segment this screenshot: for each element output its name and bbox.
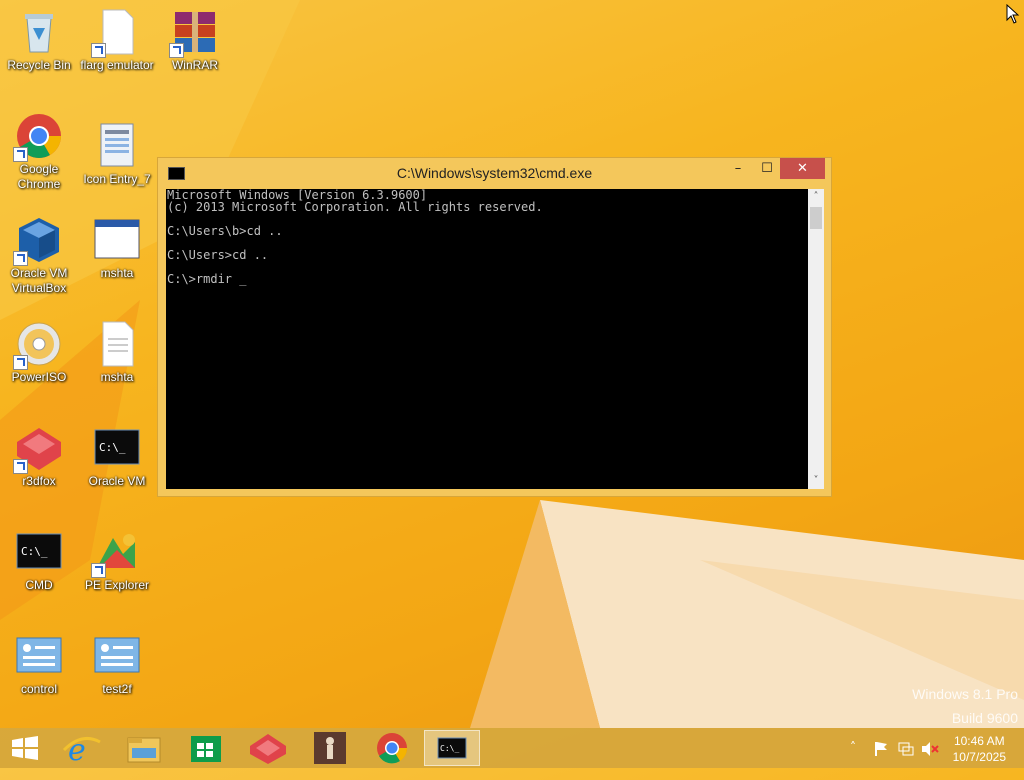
desktop-icon-recycle-bin[interactable]: Recycle Bin <box>0 8 78 73</box>
vertical-scrollbar[interactable]: ˄ ˅ <box>808 189 824 489</box>
shortcut-arrow-icon <box>13 355 28 370</box>
clock-time: 10:46 AM <box>953 734 1005 748</box>
desktop-icon-mshta-doc[interactable]: mshta <box>78 320 156 385</box>
title-bar[interactable]: C:\Windows\system32\cmd.exe – ☐ ✕ <box>158 158 831 189</box>
cmd-icon: C:\_ <box>15 528 63 576</box>
control-panel-icon <box>93 632 141 680</box>
desktop-icon-label: Icon Entry_7 <box>83 172 151 186</box>
desktop-icon-winrar[interactable]: WinRAR <box>156 8 234 73</box>
svg-text:C:\_: C:\_ <box>440 744 459 753</box>
desktop-icon-label: mshta <box>100 266 134 280</box>
desktop-icon-label: test2f <box>102 682 132 696</box>
desktop-icon-control[interactable]: control <box>0 632 78 697</box>
windows-logo-icon <box>12 736 38 760</box>
store-icon <box>191 736 221 762</box>
desktop-icon-label: Google Chrome <box>17 162 61 191</box>
taskbar-file-explorer[interactable] <box>116 730 172 766</box>
desktop-icon-label: WinRAR <box>171 58 218 72</box>
svg-text:C:\_: C:\_ <box>21 545 48 558</box>
desktop-icon-icon-entry-7[interactable]: Icon Entry_7 <box>78 122 156 187</box>
desktop-icon-google-chrome[interactable]: Google Chrome <box>0 112 78 192</box>
pe-explorer-icon <box>91 528 141 578</box>
desktop-icon-flarg-emulator[interactable]: flarg emulator <box>78 8 156 73</box>
desktop-icon-label: CMD <box>25 578 53 592</box>
console-text[interactable]: Microsoft Windows [Version 6.3.9600] (c)… <box>166 189 808 285</box>
figure-icon <box>314 732 346 764</box>
desktop-icon-mshta-window[interactable]: mshta <box>78 216 156 281</box>
desktop-icon-label: mshta <box>100 370 134 384</box>
watermark-edition: Windows 8.1 Pro <box>912 686 1018 702</box>
shortcut-arrow-icon <box>169 43 184 58</box>
network-icon[interactable] <box>897 740 915 758</box>
close-button[interactable]: ✕ <box>780 158 825 179</box>
shortcut-arrow-icon <box>91 43 106 58</box>
desktop-icon-label: Oracle VM VirtualBox <box>10 266 68 295</box>
shortcut-arrow-icon <box>13 459 28 474</box>
chrome-icon <box>13 112 63 162</box>
svg-text:C:\_: C:\_ <box>99 441 126 454</box>
taskbar-r3dfox[interactable] <box>240 730 296 766</box>
r3dfox-icon <box>250 734 286 764</box>
shortcut-arrow-icon <box>13 251 28 266</box>
taskbar-internet-explorer[interactable]: e <box>54 730 110 768</box>
desktop-icon-oracle-vm-virtualbox[interactable]: Oracle VM VirtualBox <box>0 216 78 296</box>
cmd-window[interactable]: C:\Windows\system32\cmd.exe – ☐ ✕ Micros… <box>157 157 832 497</box>
desktop-icon-cmd[interactable]: C:\_ CMD <box>0 528 78 593</box>
clock-date: 10/7/2025 <box>952 750 1006 764</box>
desktop-icon-label: flarg emulator <box>80 58 154 72</box>
control-panel-icon <box>15 632 63 680</box>
disc-icon <box>13 320 63 370</box>
desktop-icon-pe-explorer[interactable]: PE Explorer <box>78 528 156 593</box>
desktop-icon-label: Oracle VM <box>88 474 146 488</box>
scroll-thumb[interactable] <box>810 207 822 229</box>
scroll-down-button[interactable]: ˅ <box>808 473 824 489</box>
r3dfox-icon <box>13 424 63 474</box>
desktop-icon-poweriso[interactable]: PowerISO <box>0 320 78 385</box>
mouse-cursor-icon <box>1006 4 1020 24</box>
window-app-icon <box>93 216 141 264</box>
action-center-flag-icon[interactable] <box>872 740 890 758</box>
desktop-icon-test2f[interactable]: test2f <box>78 632 156 697</box>
folder-icon <box>127 737 161 763</box>
desktop-icon-label: control <box>20 682 58 696</box>
taskbar-figure-app[interactable] <box>302 730 358 766</box>
virtualbox-icon <box>13 216 63 266</box>
console-area[interactable]: Microsoft Windows [Version 6.3.9600] (c)… <box>166 189 808 489</box>
cmd-icon: C:\_ <box>437 737 467 759</box>
text-document-icon <box>93 320 141 368</box>
maximize-button[interactable]: ☐ <box>753 158 781 179</box>
desktop-icon-label: r3dfox <box>22 474 56 488</box>
desktop-icon-label: PowerISO <box>11 370 67 384</box>
desktop-icon-r3dfox[interactable]: r3dfox <box>0 424 78 489</box>
desktop-icon-oracle-vm[interactable]: C:\_ Oracle VM <box>78 424 156 489</box>
winrar-icon <box>169 8 219 58</box>
volume-muted-icon[interactable] <box>920 740 940 758</box>
taskbar-chrome[interactable] <box>364 730 420 766</box>
desktop-icon-label: Recycle Bin <box>7 58 71 72</box>
taskbar-clock[interactable]: 10:46 AM 10/7/2025 <box>953 733 1006 765</box>
shortcut-arrow-icon <box>91 563 106 578</box>
spreadsheet-icon <box>93 122 141 170</box>
shortcut-arrow-icon <box>13 147 28 162</box>
desktop-icon-label: PE Explorer <box>84 578 150 592</box>
recycle-bin-icon <box>15 8 63 56</box>
ie-icon: e <box>62 733 101 768</box>
minimize-button[interactable]: – <box>724 158 752 179</box>
scroll-up-button[interactable]: ˄ <box>808 189 824 205</box>
taskbar: e C:\_ ˄ 10:46 AM 10/7/2025 <box>0 728 1024 768</box>
watermark-build: Build 9600 <box>951 710 1018 726</box>
tray-overflow-chevron[interactable]: ˄ <box>850 740 856 780</box>
start-button[interactable] <box>0 730 50 766</box>
cmd-icon: C:\_ <box>93 424 141 472</box>
taskbar-cmd[interactable]: C:\_ <box>424 730 480 766</box>
taskbar-store[interactable] <box>178 730 234 766</box>
document-icon <box>91 8 141 58</box>
chrome-icon <box>377 733 408 764</box>
